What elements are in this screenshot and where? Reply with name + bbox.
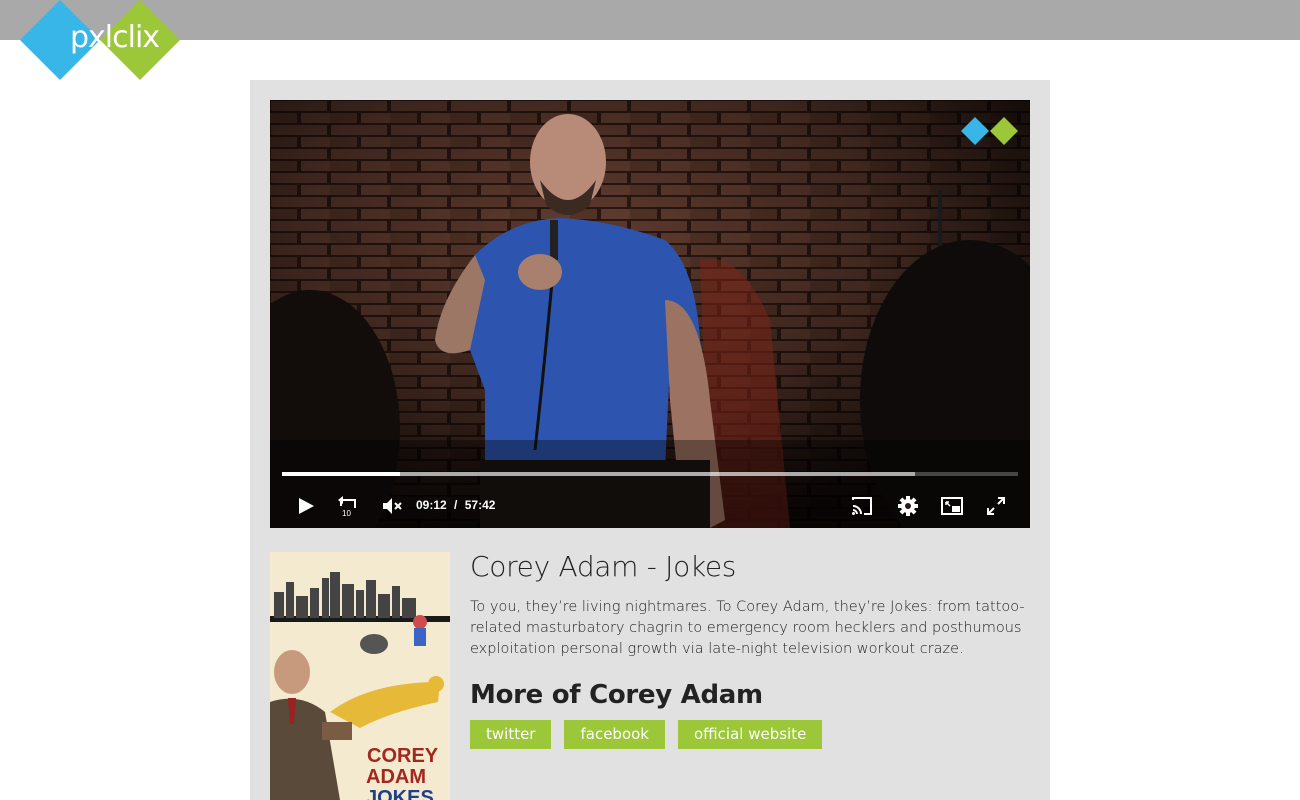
facebook-link[interactable]: facebook	[564, 720, 665, 749]
logo-text: pxlclix	[70, 20, 160, 55]
video-description: To you, they’re living nightmares. To Co…	[470, 599, 1025, 657]
replay-10-icon: 10	[338, 496, 356, 518]
play-icon	[299, 498, 314, 514]
mute-button[interactable]	[380, 494, 404, 518]
cast-button[interactable]	[850, 494, 874, 518]
poster-line-2: ADAM	[366, 766, 426, 788]
miniplayer-icon	[941, 497, 963, 515]
progress-played	[282, 472, 400, 476]
video-player[interactable]: 10 09:12 / 57:42	[270, 100, 1030, 528]
mute-icon	[383, 498, 402, 514]
time-separator: /	[454, 498, 458, 512]
cast-icon	[852, 497, 872, 515]
fullscreen-icon	[987, 497, 1005, 515]
poster-line-3: JOKES	[366, 787, 434, 800]
fullscreen-button[interactable]	[984, 494, 1008, 518]
video-frame	[270, 100, 1030, 528]
top-bar	[0, 0, 1300, 40]
duration: 57:42	[464, 498, 496, 512]
social-links: twitter facebook official website	[470, 720, 1030, 749]
video-title: Corey Adam - Jokes	[470, 550, 737, 583]
twitter-link[interactable]: twitter	[470, 720, 552, 749]
watermark-logo	[961, 117, 1018, 145]
progress-bar[interactable]	[282, 472, 1018, 476]
time-display: 09:12 / 57:42	[414, 498, 497, 512]
content-panel: 10 09:12 / 57:42 COREY ADAM JOKES Corey …	[250, 80, 1050, 800]
video-info: Corey Adam - Jokes To you, they’re livin…	[470, 550, 1030, 749]
miniplayer-button[interactable]	[940, 494, 964, 518]
settings-button[interactable]	[896, 494, 920, 518]
poster-art: COREY ADAM JOKES	[270, 552, 450, 800]
play-button[interactable]	[294, 494, 318, 518]
official-website-link[interactable]: official website	[678, 720, 823, 749]
replay-10-button[interactable]: 10	[336, 494, 360, 518]
settings-icon	[898, 496, 918, 516]
more-heading: More of Corey Adam	[470, 680, 763, 710]
poster-line-1: COREY	[367, 745, 439, 767]
current-time: 09:12	[416, 498, 447, 512]
pxlclix-logo[interactable]: pxlclix	[18, 0, 183, 80]
svg-text:10: 10	[342, 509, 351, 518]
poster-image[interactable]: COREY ADAM JOKES	[270, 552, 450, 800]
